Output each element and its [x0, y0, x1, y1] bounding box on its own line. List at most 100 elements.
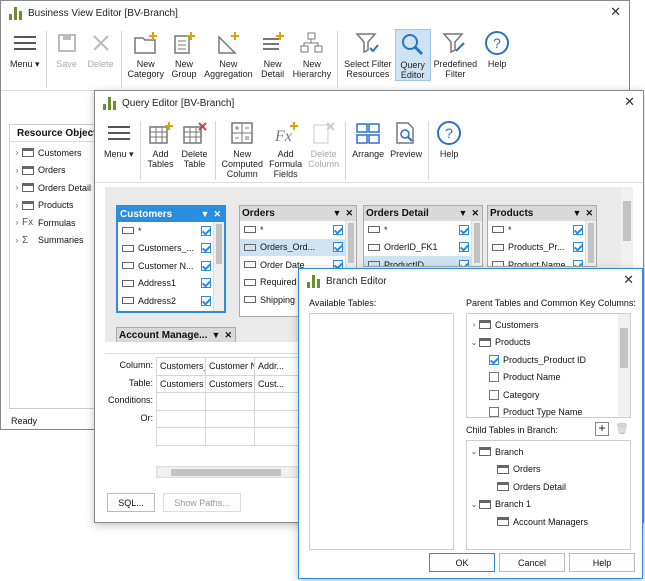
new-detail-button[interactable]: New Detail	[256, 29, 290, 79]
grid-cell[interactable]	[156, 427, 206, 446]
predefined-filter-button[interactable]: Predefined Filter	[431, 29, 481, 79]
help-button[interactable]: ? Help	[432, 119, 466, 159]
close-icon[interactable]: ✕	[345, 208, 353, 219]
column-checkbox[interactable]	[201, 243, 211, 254]
select-filter-button[interactable]: Select Filter Resources	[341, 29, 395, 79]
close-icon[interactable]: ✕	[610, 5, 621, 19]
column-row[interactable]: OrderID_FK1	[364, 239, 482, 257]
column-checkbox[interactable]	[573, 242, 583, 253]
grid-cell[interactable]	[205, 427, 255, 446]
chevron-right-icon[interactable]: ›	[12, 183, 22, 192]
arrange-button[interactable]: Arrange	[349, 119, 387, 159]
menu-button[interactable]: Menu ▾	[7, 29, 43, 69]
preview-button[interactable]: Preview	[387, 119, 425, 159]
cancel-button[interactable]: Cancel	[499, 553, 565, 572]
column-row[interactable]: Customers_...	[118, 240, 224, 258]
filter-icon[interactable]: ▼	[459, 208, 468, 219]
grid-cell[interactable]	[156, 392, 206, 411]
tree-item[interactable]: › Customers	[12, 144, 96, 162]
tree-item[interactable]: ⌄ Branch	[469, 443, 628, 461]
child-tables-tree[interactable]: ⌄ Branch Orders Orders Detail ⌄ Branch 1 Accou…	[466, 440, 631, 550]
chevron-right-icon[interactable]: ›	[12, 201, 22, 210]
column-row[interactable]: Product Name	[488, 256, 596, 266]
trash-icon[interactable]: 🗑	[615, 422, 629, 435]
column-checkbox[interactable]	[201, 225, 211, 236]
chevron-right-icon[interactable]: ›	[12, 148, 22, 157]
close-icon[interactable]: ✕	[213, 209, 221, 220]
query-table[interactable]: Products ▼ ✕ * Products_Pr... Product Name	[487, 205, 597, 267]
column-row[interactable]: Orders_Ord...	[240, 238, 356, 256]
close-icon[interactable]: ✕	[624, 95, 635, 109]
column-row[interactable]: Address1	[118, 275, 224, 293]
parent-scrollbar[interactable]	[618, 314, 630, 417]
key-checkbox[interactable]	[489, 407, 499, 417]
chevron-right-icon[interactable]: ›	[469, 320, 479, 329]
grid-cell[interactable]	[254, 409, 304, 428]
query-table-header[interactable]: Orders ▼ ✕	[240, 206, 356, 221]
column-checkbox[interactable]	[459, 242, 469, 253]
tree-item[interactable]: › Σ Summaries	[12, 232, 96, 250]
column-row[interactable]: *	[240, 221, 356, 239]
table-scrollbar[interactable]	[585, 221, 596, 266]
grid-column-cell[interactable]: Customers_...	[156, 357, 206, 376]
column-row[interactable]: Products_Pr...	[488, 239, 596, 257]
column-checkbox[interactable]	[201, 278, 211, 289]
grid-column-cell[interactable]: Customer N...	[205, 357, 255, 376]
grid-cell[interactable]	[254, 427, 304, 446]
tree-item[interactable]: › Customers	[469, 316, 628, 334]
help-button[interactable]: Help	[569, 553, 635, 572]
chevron-down-icon[interactable]: ⌄	[469, 500, 479, 509]
tree-item[interactable]: Product Name	[469, 369, 628, 387]
chevron-down-icon[interactable]: ⌄	[469, 338, 479, 347]
chevron-right-icon[interactable]: ›	[12, 218, 22, 227]
available-tables-list[interactable]	[309, 313, 454, 550]
close-icon[interactable]: ✕	[471, 208, 479, 219]
save-button[interactable]: Save	[50, 29, 84, 69]
tree-item[interactable]: Products_Product ID	[469, 351, 628, 369]
delete-column-button[interactable]: Delete Column	[305, 119, 342, 169]
grid-column-cell[interactable]: Addr...	[254, 357, 304, 376]
formula-fields-button[interactable]: Fx Add Formula Fields	[266, 119, 305, 179]
column-checkbox[interactable]	[459, 259, 469, 266]
grid-cell[interactable]	[205, 409, 255, 428]
menu-button[interactable]: Menu ▾	[101, 119, 137, 159]
grid-cell[interactable]	[205, 392, 255, 411]
query-table-header[interactable]: Orders Detail ▼ ✕	[364, 206, 482, 221]
computed-column-button[interactable]: New Computed Column	[219, 119, 267, 179]
add-tables-button[interactable]: Add Tables	[144, 119, 178, 169]
tree-item[interactable]: Orders	[469, 461, 628, 479]
parent-tables-tree[interactable]: › Customers ⌄ Products Products_Product ID Pr…	[466, 313, 631, 418]
filter-icon[interactable]: ▼	[212, 330, 221, 341]
query-table[interactable]: Customers ▼ ✕ * Customers_... Customer N... Ad…	[116, 205, 226, 313]
column-row[interactable]: Customer N...	[118, 257, 224, 275]
grid-cell[interactable]	[156, 409, 206, 428]
query-table-header[interactable]: Products ▼ ✕	[488, 206, 596, 221]
table-scrollbar[interactable]	[471, 221, 482, 266]
ok-button[interactable]: OK	[429, 553, 495, 572]
column-checkbox[interactable]	[573, 259, 583, 266]
new-category-button[interactable]: New Category	[125, 29, 168, 79]
column-checkbox[interactable]	[201, 260, 211, 271]
column-row[interactable]: ProductID_...	[364, 256, 482, 266]
tree-item[interactable]: Product Type Name	[469, 404, 628, 417]
column-row[interactable]: *	[364, 221, 482, 239]
chevron-right-icon[interactable]: ›	[12, 166, 22, 175]
query-table[interactable]: Account Manage...▼✕*	[116, 327, 236, 342]
column-checkbox[interactable]	[573, 224, 583, 235]
new-hierarchy-button[interactable]: New Hierarchy	[290, 29, 335, 79]
tree-item[interactable]: › Products	[12, 197, 96, 215]
add-icon[interactable]: +	[595, 422, 609, 436]
column-checkbox[interactable]	[333, 242, 343, 253]
filter-icon[interactable]: ▼	[573, 208, 582, 219]
delete-table-button[interactable]: Delete Table	[178, 119, 212, 169]
key-checkbox[interactable]	[489, 354, 499, 365]
tree-item[interactable]: Orders Detail	[469, 478, 628, 496]
chevron-right-icon[interactable]: ›	[12, 236, 22, 245]
sql-button[interactable]: SQL...	[107, 493, 155, 512]
chevron-down-icon[interactable]: ⌄	[469, 447, 479, 456]
tree-item[interactable]: › Orders Detail	[12, 179, 96, 197]
table-scrollbar[interactable]	[213, 222, 224, 311]
tree-item[interactable]: › Fx Formulas	[12, 214, 96, 232]
help-button[interactable]: ? Help	[480, 29, 514, 69]
grid-h-scrollbar[interactable]	[156, 466, 305, 478]
